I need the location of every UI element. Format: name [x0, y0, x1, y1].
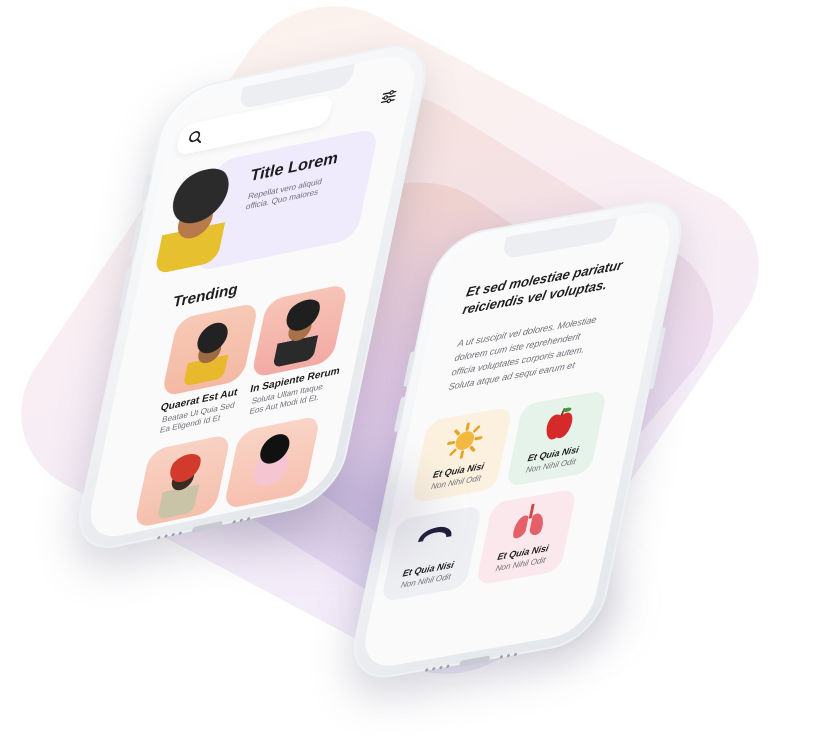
trending-card[interactable] — [223, 414, 321, 510]
category-tile[interactable]: Et Quia Nisi Non Nihil Odit — [410, 406, 513, 504]
avatar — [182, 316, 237, 387]
trending-card[interactable] — [161, 301, 260, 398]
app-mockup-stage: Et sed molestiae pariatur reiciendis vel… — [0, 0, 820, 748]
apple-icon — [546, 407, 573, 440]
sun-icon — [447, 422, 483, 459]
side-button — [141, 174, 152, 202]
filter-button[interactable] — [372, 79, 405, 115]
avatar — [240, 428, 303, 503]
trending-card[interactable] — [250, 283, 349, 379]
search-icon — [189, 130, 202, 144]
lungs-icon — [513, 503, 543, 539]
sliders-icon — [381, 90, 397, 104]
category-tile[interactable]: Et Quia Nisi Non Nihil Odit — [505, 389, 608, 488]
article-body: A ut suscipit vel dolores. Molestiae dol… — [447, 305, 640, 394]
avatar — [156, 450, 207, 520]
section-title: Trending — [171, 280, 240, 312]
phone-notch — [501, 217, 618, 260]
category-tile[interactable]: Et Quia Nisi Non Nihil Odit — [475, 488, 578, 586]
trending-card[interactable] — [133, 433, 232, 529]
avatar — [272, 295, 327, 368]
